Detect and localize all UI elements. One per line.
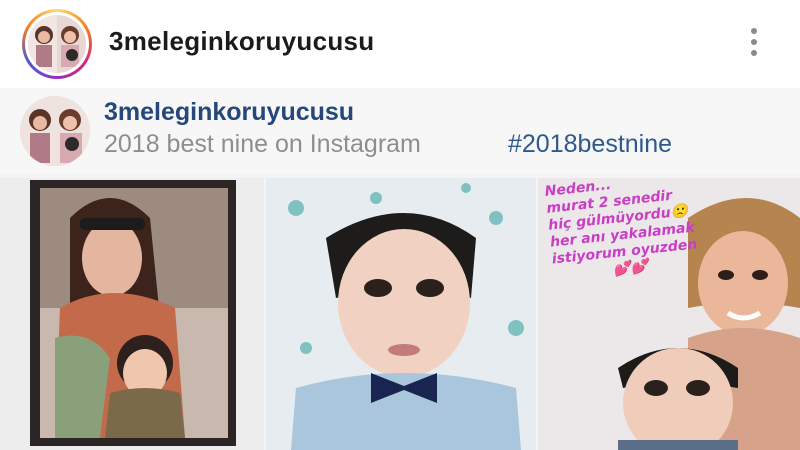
post-username: 3meleginkoruyucusu: [104, 98, 355, 126]
profile-avatar[interactable]: [28, 15, 86, 73]
post-caption: 2018 best nine on Instagram: [104, 130, 421, 158]
post-avatar: [20, 96, 90, 166]
best-nine-grid: Neden... murat 2 senedir hiç gülmüyordu🙁…: [0, 178, 800, 450]
grid-photo-3: Neden... murat 2 senedir hiç gülmüyordu🙁…: [538, 178, 800, 450]
post-hashtag: #2018bestnine: [508, 130, 673, 158]
grid-photo-2: [266, 178, 536, 450]
profile-username[interactable]: 3meleginkoruyucusu: [109, 26, 374, 57]
post-header: 3meleginkoruyucusu 2018 best nine on Ins…: [0, 88, 800, 174]
story-ring[interactable]: [22, 9, 92, 79]
more-vertical-icon[interactable]: [745, 28, 763, 62]
grid-photo-1: [0, 178, 264, 450]
post-screenshot-image: 3meleginkoruyucusu 2018 best nine on Ins…: [0, 88, 800, 450]
app-header: 3meleginkoruyucusu: [0, 0, 800, 88]
avatar-frame: [25, 12, 89, 76]
